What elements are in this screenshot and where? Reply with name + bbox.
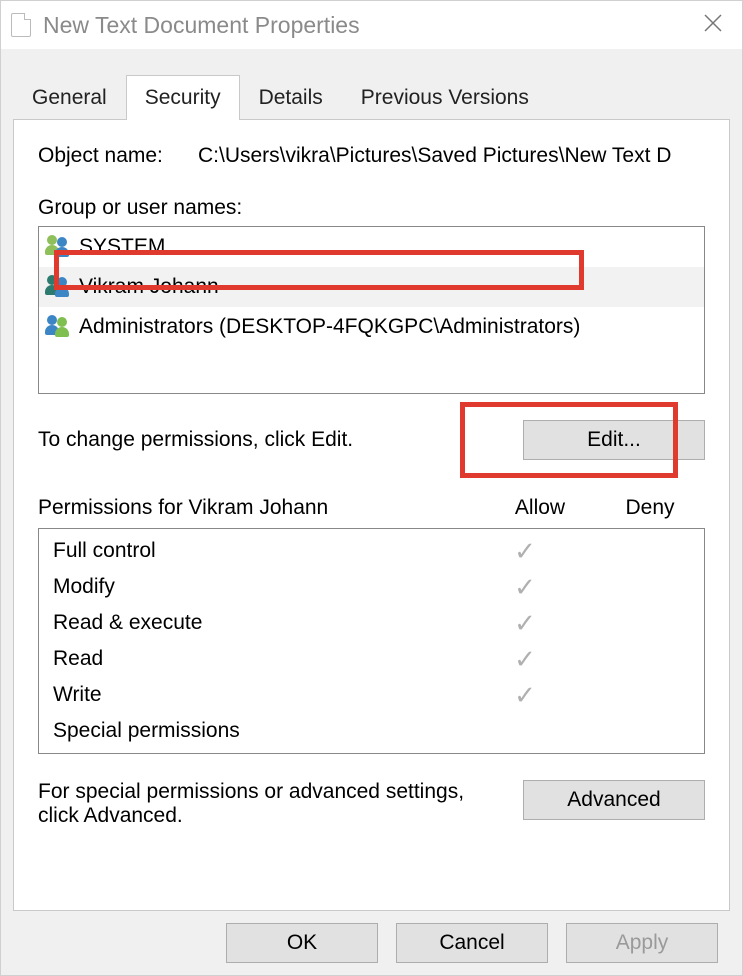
permission-name: Read	[53, 647, 470, 671]
tab-security[interactable]: Security	[126, 75, 240, 120]
edit-button[interactable]: Edit...	[523, 420, 705, 460]
window-title: New Text Document Properties	[43, 12, 694, 39]
group-item[interactable]: Vikram Johann	[39, 267, 704, 307]
permission-row: Full control ✓	[39, 533, 704, 569]
advanced-button[interactable]: Advanced	[523, 780, 705, 820]
check-icon: ✓	[514, 646, 536, 672]
users-icon	[45, 315, 73, 339]
permissions-header: Permissions for Vikram Johann	[38, 496, 485, 520]
permission-name: Write	[53, 683, 470, 707]
column-allow: Allow	[485, 496, 595, 520]
group-item-label: Administrators (DESKTOP-4FQKGPC\Administ…	[79, 315, 580, 339]
check-icon: ✓	[514, 610, 536, 636]
permissions-header-prefix: Permissions for	[38, 496, 189, 519]
permission-row: Read & execute ✓	[39, 605, 704, 641]
document-icon	[11, 13, 31, 37]
apply-button[interactable]: Apply	[566, 923, 718, 963]
object-name-value: C:\Users\vikra\Pictures\Saved Pictures\N…	[198, 144, 671, 168]
tab-details[interactable]: Details	[240, 75, 342, 120]
tab-strip: GeneralSecurityDetailsPrevious Versions	[1, 69, 742, 119]
users-icon	[45, 275, 73, 299]
users-icon	[45, 235, 73, 259]
permission-row: Special permissions	[39, 713, 704, 749]
advanced-hint-text: For special permissions or advanced sett…	[38, 780, 523, 828]
cancel-button[interactable]: Cancel	[396, 923, 548, 963]
check-icon: ✓	[514, 682, 536, 708]
permission-row: Modify ✓	[39, 569, 704, 605]
permission-name: Modify	[53, 575, 470, 599]
permission-row: Write ✓	[39, 677, 704, 713]
tab-previous-versions[interactable]: Previous Versions	[342, 75, 548, 120]
object-name-label: Object name:	[38, 144, 198, 168]
permissions-list: Full control ✓ Modify ✓ Read & execute ✓ Read ✓…	[38, 528, 705, 754]
ok-button[interactable]: OK	[226, 923, 378, 963]
group-user-list[interactable]: SYSTEM Vikram Johann Administrators (DESKT…	[38, 226, 705, 394]
tab-general[interactable]: General	[13, 75, 126, 120]
permission-allow: ✓	[470, 574, 580, 600]
permission-name: Read & execute	[53, 611, 470, 635]
group-item-label: SYSTEM	[79, 235, 165, 259]
permission-allow: ✓	[470, 610, 580, 636]
check-icon: ✓	[514, 538, 536, 564]
group-item[interactable]: SYSTEM	[39, 227, 704, 267]
titlebar: New Text Document Properties	[1, 1, 742, 49]
tab-page-security: Object name: C:\Users\vikra\Pictures\Sav…	[13, 119, 730, 911]
dialog-footer: OK Cancel Apply	[1, 911, 742, 975]
group-list-label: Group or user names:	[38, 196, 705, 220]
check-icon: ✓	[514, 574, 536, 600]
permission-allow: ✓	[470, 646, 580, 672]
permissions-header-user: Vikram Johann	[189, 496, 329, 519]
edit-hint-text: To change permissions, click Edit.	[38, 428, 523, 452]
permission-allow: ✓	[470, 682, 580, 708]
permission-name: Full control	[53, 539, 470, 563]
close-icon[interactable]	[694, 6, 732, 44]
permission-row: Read ✓	[39, 641, 704, 677]
column-deny: Deny	[595, 496, 705, 520]
group-item-label: Vikram Johann	[79, 275, 219, 299]
permission-name: Special permissions	[53, 719, 470, 743]
group-item[interactable]: Administrators (DESKTOP-4FQKGPC\Administ…	[39, 307, 704, 347]
permission-allow: ✓	[470, 538, 580, 564]
properties-dialog: New Text Document Properties GeneralSecu…	[0, 0, 743, 976]
